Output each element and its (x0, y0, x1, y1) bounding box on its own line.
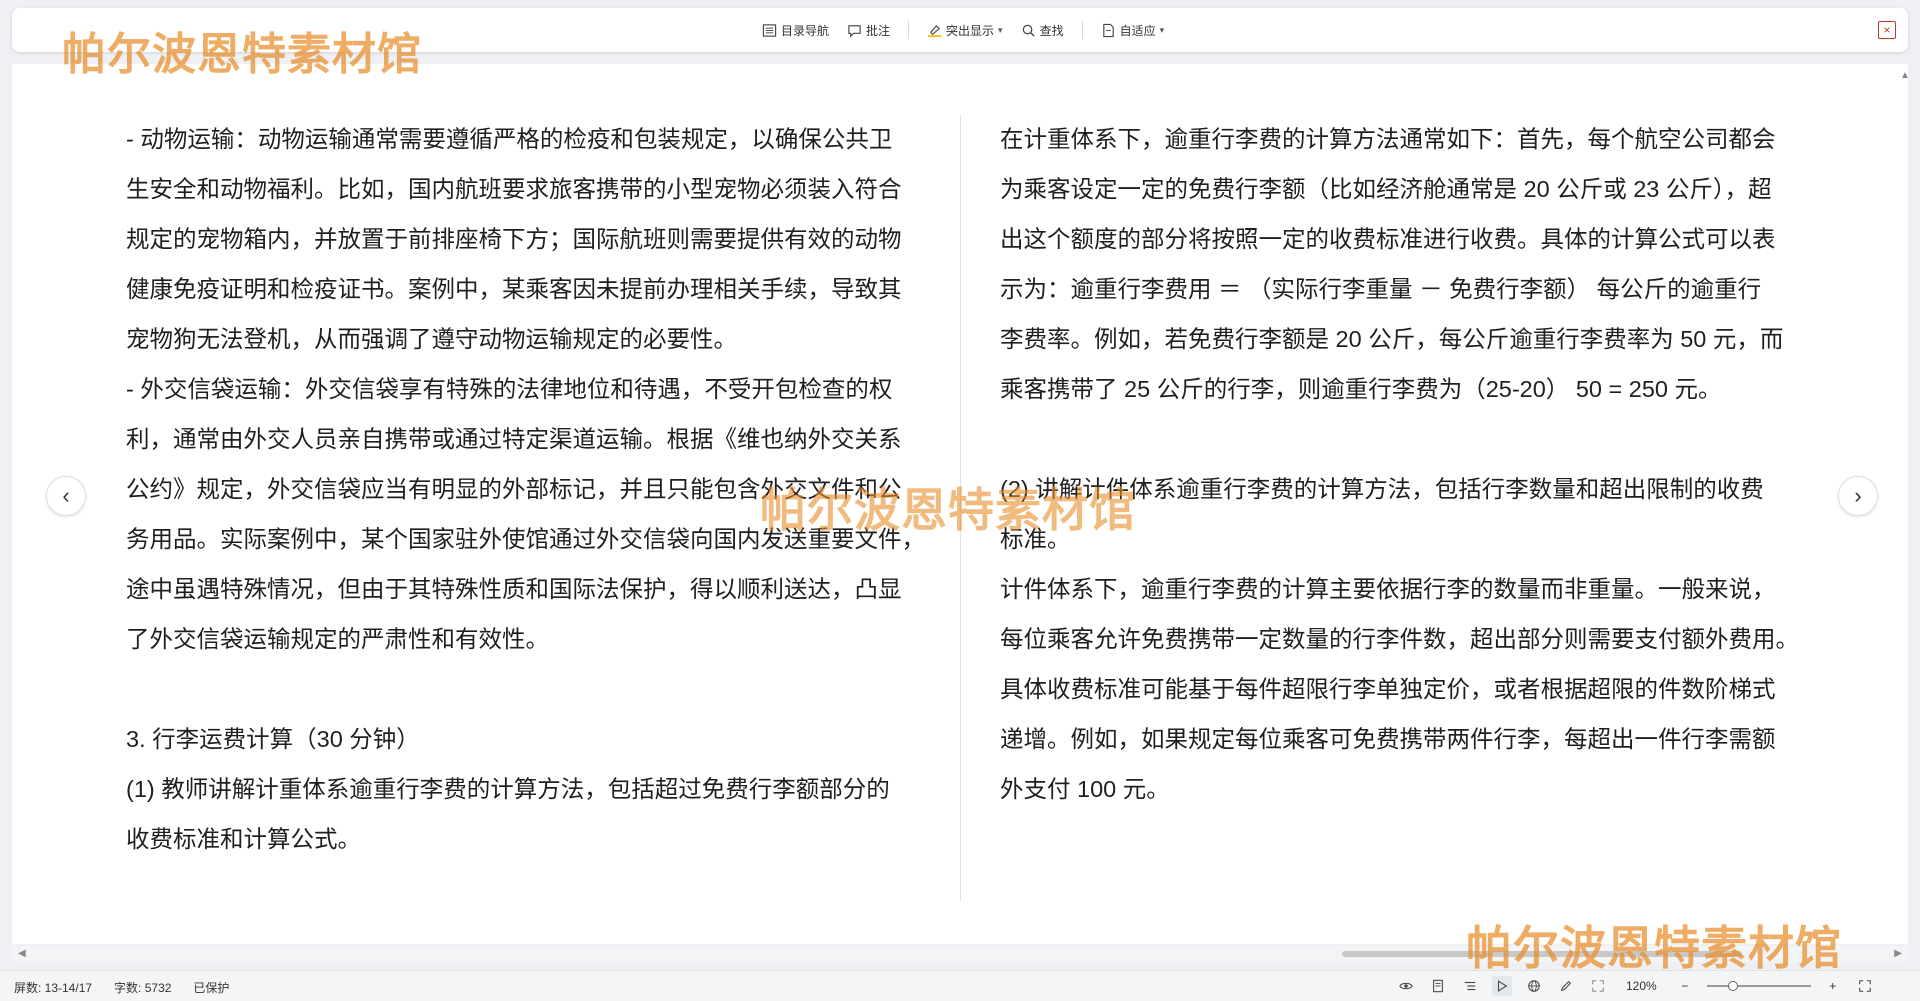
text-line: 了外交信袋运输规定的严肃性和有效性。 (126, 626, 549, 652)
page-info: 屏数: 13-14/17 (14, 981, 93, 995)
play-icon (1497, 980, 1508, 992)
fit-page-icon (1102, 23, 1114, 37)
toc-icon (762, 23, 777, 37)
text-line: 标准。 (1000, 526, 1071, 552)
scroll-up-arrow[interactable]: ▲ (1900, 70, 1910, 81)
text-line: 具体收费标准可能基于每件超限行李单独定价，或者根据超限的件数阶梯式 (1000, 676, 1776, 702)
text-line: 途中虽遇特殊情况，但由于其特殊性质和国际法保护，得以顺利送达，凸显 (126, 576, 902, 602)
prev-page-button[interactable]: ‹ (46, 476, 86, 516)
zoom-level[interactable]: 120% (1626, 979, 1657, 993)
text-line: 宠物狗无法登机，从而强调了遵守动物运输规定的必要性。 (126, 326, 737, 352)
text-line: - 外交信袋运输：外交信袋享有特殊的法律地位和待遇，不受开包检查的权 (126, 376, 893, 402)
search-icon (1022, 24, 1035, 37)
text-line: 示为：逾重行李费用 ＝ （实际行李重量 － 免费行李额） 每公斤的逾重行 (1000, 276, 1762, 302)
text-line: 出这个额度的部分将按照一定的收费标准进行收费。具体的计算公式可以表 (1000, 226, 1776, 252)
text-line (126, 664, 926, 714)
toolbar-divider (1081, 21, 1083, 39)
scroll-right-arrow[interactable]: ▶ (1894, 948, 1902, 959)
close-icon: × (1883, 23, 1891, 37)
outline-icon (1464, 981, 1476, 991)
text-line: 健康免疫证明和检疫证书。案例中，某乘客因未提前办理相关手续，导致其 (126, 276, 902, 302)
scrollbar-thumb[interactable] (1342, 951, 1742, 957)
text-line: 外支付 100 元。 (1000, 776, 1170, 802)
highlight-label: 突出显示 (946, 23, 995, 38)
toolbar-divider (908, 21, 910, 39)
fit-window-button[interactable] (1855, 976, 1875, 996)
text-line: 计件体系下，逾重行李费的计算主要依据行李的数量而非重量。一般来说， (1000, 576, 1776, 602)
search-button[interactable]: 查找 (1021, 22, 1064, 39)
highlight-button[interactable]: 突出显示 ▾ (927, 22, 1003, 39)
toc-nav-label: 目录导航 (781, 23, 830, 38)
toolbar-group: 目录导航 批注 突出显示 ▾ 查找 自适应 ▾ (762, 8, 1164, 52)
search-label: 查找 (1039, 23, 1064, 38)
globe-icon (1528, 980, 1540, 992)
text-line: - 动物运输：动物运输通常需要遵循严格的检疫和包装规定，以确保公共卫 (126, 126, 893, 152)
text-line: 李费率。例如，若免费行李额是 20 公斤，每公斤逾重行李费率为 50 元，而 (1000, 326, 1784, 352)
document-page: - 动物运输：动物运输通常需要遵循严格的检疫和包装规定，以确保公共卫 生安全和动物… (12, 64, 1908, 944)
text-line: 利，通常由外交人员亲自携带或通过特定渠道运输。根据《维也纳外交关系 (126, 426, 902, 452)
text-line: 递增。例如，如果规定每位乘客可免费携带两件行李，每超出一件行李需额 (1000, 726, 1776, 752)
play-button[interactable] (1492, 976, 1512, 996)
scroll-left-arrow[interactable]: ◀ (18, 948, 26, 959)
eye-icon (1399, 982, 1413, 990)
eye-protection-button[interactable] (1396, 976, 1416, 996)
fullscreen-icon (1592, 980, 1604, 992)
text-line: 务用品。实际案例中，某个国家驻外使馆通过外交信袋向国内发送重要文件， (126, 526, 925, 552)
fullscreen-button[interactable] (1588, 976, 1608, 996)
column-divider (960, 114, 961, 902)
plus-icon: + (1829, 979, 1837, 993)
left-column: - 动物运输：动物运输通常需要遵循严格的检疫和包装规定，以确保公共卫 生安全和动物… (126, 114, 926, 864)
chevron-right-icon: › (1854, 483, 1862, 508)
text-line: 收费标准和计算公式。 (126, 826, 361, 852)
chevron-left-icon: ‹ (62, 483, 70, 508)
text-line: 在计重体系下，逾重行李费的计算方法通常如下：首先，每个航空公司都会 (1000, 126, 1776, 152)
pen-button[interactable] (1556, 976, 1576, 996)
fit-window-icon (1858, 980, 1871, 992)
pen-icon (1560, 980, 1572, 992)
text-line: 公约》规定，外交信袋应当有明显的外部标记，并且只能包含外交文件和公 (126, 476, 902, 502)
text-line: 3. 行李运费计算（30 分钟） (126, 726, 420, 752)
next-page-button[interactable]: › (1838, 476, 1878, 516)
comment-icon (848, 24, 861, 37)
text-line: 为乘客设定一定的免费行李额（比如经济舱通常是 20 公斤或 23 公斤），超 (1000, 176, 1772, 202)
text-line: 乘客携带了 25 公斤的行李，则逾重行李费为（25-20） 50 = 250 元… (1000, 376, 1722, 402)
text-line: (1) 教师讲解计重体系逾重行李费的计算方法，包括超过免费行李额部分的 (126, 776, 890, 802)
right-column: 在计重体系下，逾重行李费的计算方法通常如下：首先，每个航空公司都会 为乘客设定一定… (1000, 114, 1800, 814)
comment-button[interactable]: 批注 (847, 22, 890, 39)
chevron-down-icon: ▾ (1159, 24, 1165, 35)
zoom-slider-knob[interactable] (1727, 981, 1738, 991)
protect-status: 已保护 (193, 981, 230, 995)
chevron-down-icon: ▾ (998, 24, 1003, 35)
text-line (1000, 414, 1800, 464)
zoom-out-button[interactable]: − (1675, 976, 1695, 996)
zoom-slider[interactable] (1706, 981, 1811, 991)
close-button[interactable]: × (1878, 21, 1896, 39)
text-line: (2) 讲解计件体系逾重行李费的计算方法，包括行李数量和超出限制的收费 (1000, 476, 1764, 502)
text-line: 每位乘客允许免费携带一定数量的行李件数，超出部分则需要支付额外费用。 (1000, 626, 1799, 652)
zoom-in-button[interactable]: + (1823, 976, 1843, 996)
horizontal-scrollbar[interactable]: ◀ ▶ (12, 946, 1908, 962)
page-view-button[interactable] (1428, 976, 1448, 996)
fit-page-label: 自适应 (1119, 23, 1156, 38)
comment-label: 批注 (866, 23, 891, 38)
fit-page-button[interactable]: 自适应 ▾ (1101, 22, 1165, 39)
minus-icon: − (1681, 979, 1689, 993)
text-line: 生安全和动物福利。比如，国内航班要求旅客携带的小型宠物必须装入符合 (126, 176, 902, 202)
web-view-button[interactable] (1524, 976, 1544, 996)
highlighter-icon (927, 24, 942, 37)
word-count: 字数: 5732 (114, 981, 172, 995)
text-line: 规定的宠物箱内，并放置于前排座椅下方；国际航班则需要提供有效的动物 (126, 226, 902, 252)
outline-view-button[interactable] (1460, 976, 1480, 996)
page-view-icon (1433, 979, 1443, 993)
toc-nav-button[interactable]: 目录导航 (762, 22, 829, 39)
status-bar: 屏数: 13-14/17 字数: 5732 已保护 120% − + (0, 970, 1920, 1001)
top-toolbar: 目录导航 批注 突出显示 ▾ 查找 自适应 ▾ × (12, 8, 1908, 52)
